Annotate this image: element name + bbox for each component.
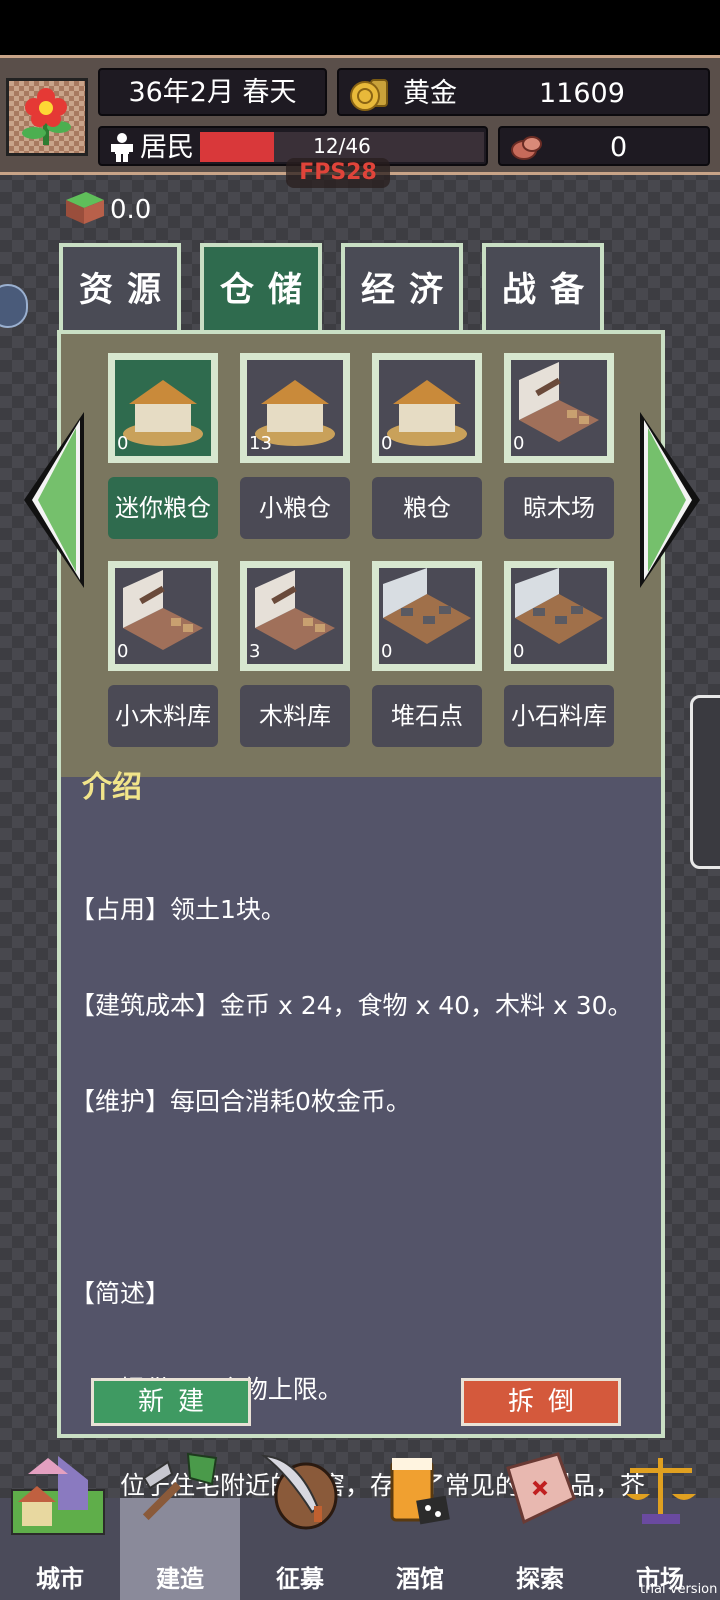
- building-name[interactable]: 粮仓: [372, 477, 482, 539]
- lumber-yard-icon: [519, 362, 599, 442]
- side-drawer-handle[interactable]: [690, 695, 720, 869]
- nav-label: 城市: [36, 1565, 84, 1593]
- building-name[interactable]: 迷你粮仓: [108, 477, 218, 539]
- city-icon: [11, 1456, 105, 1535]
- tab-storage[interactable]: 仓储: [200, 243, 322, 339]
- land-value: 0.0: [110, 195, 152, 225]
- watermark: trial version: [640, 1582, 718, 1597]
- fps-counter: FPS28: [286, 158, 390, 188]
- tab-resources[interactable]: 资源: [59, 243, 181, 335]
- nav-tavern[interactable]: 酒馆: [360, 1458, 480, 1600]
- building-slot[interactable]: 0: [108, 561, 218, 671]
- building-count: 0: [513, 433, 525, 454]
- intro-title: 介绍: [82, 770, 142, 805]
- building-slot[interactable]: 3: [240, 561, 350, 671]
- building-name[interactable]: 小木料库: [108, 685, 218, 747]
- beer-mug-icon: [390, 1458, 450, 1525]
- building-slot[interactable]: 0: [372, 353, 482, 463]
- nav-label: 探索: [516, 1565, 564, 1593]
- date-panel: 36年2月 春天: [98, 68, 327, 116]
- nav-label: 酒馆: [396, 1565, 444, 1593]
- nav-city[interactable]: 城市: [0, 1456, 120, 1600]
- lumber-yard-icon: [123, 570, 203, 650]
- meat-icon: [511, 136, 542, 160]
- meat-value: 0: [610, 132, 628, 163]
- building-count: 0: [381, 641, 393, 662]
- nav-build[interactable]: 建造: [120, 1452, 240, 1600]
- granary-icon: [387, 380, 467, 446]
- meat-panel: 0: [498, 126, 710, 166]
- building-count: 0: [513, 641, 525, 662]
- demolish-button[interactable]: 拆倒: [461, 1378, 621, 1426]
- gold-panel: 黄金 11609: [337, 68, 710, 116]
- building-name[interactable]: 小粮仓: [240, 477, 350, 539]
- gold-value: 11609: [539, 78, 625, 109]
- prev-page-arrow-icon[interactable]: [20, 410, 90, 590]
- map-icon: [506, 1452, 576, 1525]
- building-name[interactable]: 晾木场: [504, 477, 614, 539]
- occupy-text: 【占用】领土1块。: [70, 895, 286, 924]
- resident-label: 居民: [140, 132, 194, 163]
- nav-label: 征募: [276, 1565, 324, 1593]
- upkeep-text: 【维护】每回合消耗0枚金币。: [70, 1087, 411, 1116]
- nav-label: 建造: [156, 1565, 204, 1593]
- tab-economy[interactable]: 经济: [341, 243, 463, 335]
- nav-explore[interactable]: 探索: [480, 1452, 600, 1600]
- next-page-arrow-icon[interactable]: [634, 410, 704, 590]
- building-name[interactable]: 小石料库: [504, 685, 614, 747]
- cost-text: 【建筑成本】金币 x 24，食物 x 40，木料 x 30。: [70, 991, 633, 1020]
- build-button[interactable]: 新建: [91, 1378, 251, 1426]
- shovel-icon: [142, 1452, 218, 1521]
- scales-icon: [626, 1458, 696, 1524]
- stone-yard-icon: [515, 568, 603, 644]
- building-name[interactable]: 堆石点: [372, 685, 482, 747]
- sword-shield-icon: [260, 1454, 338, 1530]
- summary-title: 【简述】: [70, 1279, 171, 1308]
- building-slot[interactable]: 0: [108, 353, 218, 463]
- building-slot[interactable]: 0: [504, 353, 614, 463]
- status-bar: [0, 0, 720, 55]
- building-count: 0: [117, 433, 129, 454]
- building-count: 13: [249, 433, 272, 454]
- side-toggle-button[interactable]: [0, 284, 28, 328]
- resident-icon: [111, 133, 133, 162]
- building-count: 0: [381, 433, 393, 454]
- building-slot[interactable]: 0: [504, 561, 614, 671]
- land-icon: [66, 192, 104, 224]
- flower-icon: [22, 88, 71, 145]
- building-count: 3: [249, 641, 261, 662]
- nav-recruit[interactable]: 征募: [240, 1454, 360, 1600]
- building-slot[interactable]: 0: [372, 561, 482, 671]
- date-label: 36年2月 春天: [128, 77, 297, 108]
- lumber-yard-icon: [255, 570, 335, 650]
- resident-count: 12/46: [313, 134, 371, 158]
- building-count: 0: [117, 641, 129, 662]
- building-slot[interactable]: 13: [240, 353, 350, 463]
- stone-yard-icon: [383, 568, 471, 644]
- granary-icon: [123, 380, 203, 446]
- tab-military[interactable]: 战备: [482, 243, 604, 335]
- gold-coin-icon: [350, 79, 388, 111]
- avatar[interactable]: [6, 78, 88, 156]
- gold-label: 黄金: [403, 78, 457, 109]
- building-name[interactable]: 木料库: [240, 685, 350, 747]
